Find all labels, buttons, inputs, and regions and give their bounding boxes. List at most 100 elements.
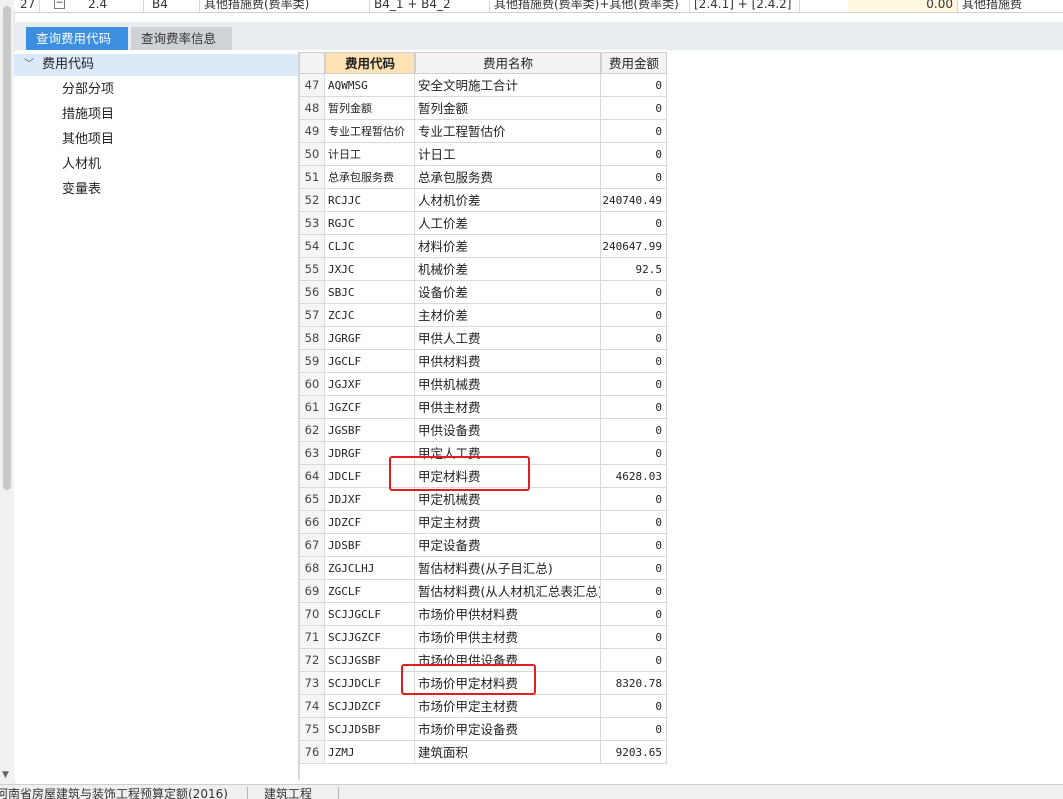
fee-name-cell: 甲定主材费 <box>415 511 601 534</box>
fee-amount-cell: 0 <box>601 580 667 603</box>
tree-item-sub-items[interactable]: 分部分项 <box>62 79 114 101</box>
tree-item-other-items[interactable]: 其他项目 <box>62 129 114 151</box>
row-number: 48 <box>299 97 325 120</box>
tree-root-fee-code[interactable]: ﹀ 费用代码 <box>14 54 298 76</box>
fee-name-cell: 主材价差 <box>415 304 601 327</box>
table-row[interactable]: 72 SCJJGSBF 市场价甲供设备费 0 <box>299 649 667 672</box>
table-row[interactable]: 62 JGSBF 甲供设备费 0 <box>299 419 667 442</box>
table-row[interactable]: 57 ZCJC 主材价差 0 <box>299 304 667 327</box>
fee-code-grid: 费用代码 费用名称 费用金额 47 AQWMSG 安全文明施工合计 0 48 暂列金额 暂列… <box>299 52 667 780</box>
row-value: 0.00 <box>848 0 958 12</box>
header-fee-name[interactable]: 费用名称 <box>415 52 601 74</box>
table-row[interactable]: 53 RGJC 人工价差 0 <box>299 212 667 235</box>
fee-amount-cell: 0 <box>601 718 667 741</box>
table-row[interactable]: 49 专业工程暂估价 专业工程暂估价 0 <box>299 120 667 143</box>
fee-amount-cell: 240647.99 <box>601 235 667 258</box>
table-row[interactable]: 70 SCJJGCLF 市场价甲供材料费 0 <box>299 603 667 626</box>
table-row[interactable]: 52 RCJJC 人材机价差 240740.49 <box>299 189 667 212</box>
row-number: 66 <box>299 511 325 534</box>
table-row[interactable]: 48 暂列金额 暂列金额 0 <box>299 97 667 120</box>
row-formula: B4_1 + B4_2 <box>370 0 490 12</box>
row-number: 55 <box>299 258 325 281</box>
fee-code-cell: 计日工 <box>325 143 415 166</box>
tree-item-measures[interactable]: 措施项目 <box>62 104 114 126</box>
table-row[interactable]: 60 JGJXF 甲供机械费 0 <box>299 373 667 396</box>
row-number: 70 <box>299 603 325 626</box>
fee-amount-cell: 0 <box>601 120 667 143</box>
row-number: 72 <box>299 649 325 672</box>
fee-amount-cell: 0 <box>601 304 667 327</box>
table-row[interactable]: 56 SBJC 设备价差 0 <box>299 281 667 304</box>
fee-code-cell: JGJXF <box>325 373 415 396</box>
fee-name-cell: 材料价差 <box>415 235 601 258</box>
fee-amount-cell: 0 <box>601 626 667 649</box>
row-number: 62 <box>299 419 325 442</box>
fee-name-cell: 市场价甲定材料费 <box>415 672 601 695</box>
fee-name-cell: 安全文明施工合计 <box>415 74 601 97</box>
fee-amount-cell: 0 <box>601 603 667 626</box>
table-row[interactable]: 74 SCJJDZCF 市场价甲定主材费 0 <box>299 695 667 718</box>
header-row-number <box>299 52 325 74</box>
tab-query-fee-code[interactable]: 查询费用代码 <box>26 27 128 50</box>
scroll-down-arrow-icon[interactable]: ▼ <box>2 770 9 780</box>
row-number: 53 <box>299 212 325 235</box>
row-number: 61 <box>299 396 325 419</box>
row-number: 57 <box>299 304 325 327</box>
fee-amount-cell: 0 <box>601 212 667 235</box>
table-row[interactable]: 51 总承包服务费 总承包服务费 0 <box>299 166 667 189</box>
table-row[interactable]: 58 JGRGF 甲供人工费 0 <box>299 327 667 350</box>
fee-amount-cell: 0 <box>601 557 667 580</box>
header-fee-amount[interactable]: 费用金额 <box>601 52 667 74</box>
table-row[interactable]: 73 SCJJDCLF 市场价甲定材料费 8320.78 <box>299 672 667 695</box>
tab-query-rate-info[interactable]: 查询费率信息 <box>131 27 232 50</box>
fee-name-cell: 甲供机械费 <box>415 373 601 396</box>
row-number: 74 <box>299 695 325 718</box>
fee-code-cell: JDCLF <box>325 465 415 488</box>
fee-table-row-partial[interactable]: 27 − 2.4 B4 其他措施费(费率类) B4_1 + B4_2 其他措施费… <box>14 0 1063 13</box>
fee-code-tree: ﹀ 费用代码 分部分项 措施项目 其他项目 人材机 变量表 <box>14 52 299 780</box>
fee-amount-cell: 0 <box>601 396 667 419</box>
fee-code-cell: ZCJC <box>325 304 415 327</box>
table-row[interactable]: 50 计日工 计日工 0 <box>299 143 667 166</box>
row-number: 50 <box>299 143 325 166</box>
table-row[interactable]: 55 JXJC 机械价差 92.5 <box>299 258 667 281</box>
row-name: 其他措施费(费率类) <box>200 0 370 12</box>
fee-name-cell: 市场价甲供主材费 <box>415 626 601 649</box>
scrollbar-thumb[interactable] <box>3 6 11 490</box>
row-number: 58 <box>299 327 325 350</box>
fee-code-cell: JGSBF <box>325 419 415 442</box>
fee-name-cell: 人材机价差 <box>415 189 601 212</box>
fee-code-cell: AQWMSG <box>325 74 415 97</box>
table-row[interactable]: 75 SCJJDSBF 市场价甲定设备费 0 <box>299 718 667 741</box>
row-number: 65 <box>299 488 325 511</box>
table-row[interactable]: 65 JDJXF 甲定机械费 0 <box>299 488 667 511</box>
table-row[interactable]: 59 JGCLF 甲供材料费 0 <box>299 350 667 373</box>
fee-code-cell: 专业工程暂估价 <box>325 120 415 143</box>
fee-code-cell: SCJJDCLF <box>325 672 415 695</box>
table-row[interactable]: 76 JZMJ 建筑面积 9203.65 <box>299 741 667 764</box>
fee-amount-cell: 0 <box>601 97 667 120</box>
table-row[interactable]: 54 CLJC 材料价差 240647.99 <box>299 235 667 258</box>
table-row[interactable]: 67 JDSBF 甲定设备费 0 <box>299 534 667 557</box>
table-row[interactable]: 71 SCJJGZCF 市场价甲供主材费 0 <box>299 626 667 649</box>
status-bar: 河南省房屋建筑与装饰工程预算定额(2016) 建筑工程 <box>0 784 1063 799</box>
header-fee-code[interactable]: 费用代码 <box>325 52 415 74</box>
collapse-icon[interactable]: − <box>54 0 65 9</box>
table-row[interactable]: 66 JDZCF 甲定主材费 0 <box>299 511 667 534</box>
status-project[interactable]: 建筑工程 <box>264 787 312 799</box>
table-row[interactable]: 47 AQWMSG 安全文明施工合计 0 <box>299 74 667 97</box>
fee-name-cell: 甲供主材费 <box>415 396 601 419</box>
table-row[interactable]: 68 ZGJCLHJ 暂估材料费(从子目汇总) 0 <box>299 557 667 580</box>
fee-code-cell: JGCLF <box>325 350 415 373</box>
row-number: 47 <box>299 74 325 97</box>
vertical-scrollbar[interactable]: ▼ <box>0 0 15 784</box>
fee-code-cell: JDJXF <box>325 488 415 511</box>
table-row[interactable]: 61 JGZCF 甲供主材费 0 <box>299 396 667 419</box>
tree-item-labor-material-machine[interactable]: 人材机 <box>62 154 101 176</box>
tree-item-variables[interactable]: 变量表 <box>62 179 101 201</box>
table-row[interactable]: 64 JDCLF 甲定材料费 4628.03 <box>299 465 667 488</box>
table-row[interactable]: 69 ZGCLF 暂估材料费(从人材机汇总表汇总) 0 <box>299 580 667 603</box>
chevron-down-icon[interactable]: ﹀ <box>24 54 34 76</box>
fee-name-cell: 甲供设备费 <box>415 419 601 442</box>
table-row[interactable]: 63 JDRGF 甲定人工费 0 <box>299 442 667 465</box>
